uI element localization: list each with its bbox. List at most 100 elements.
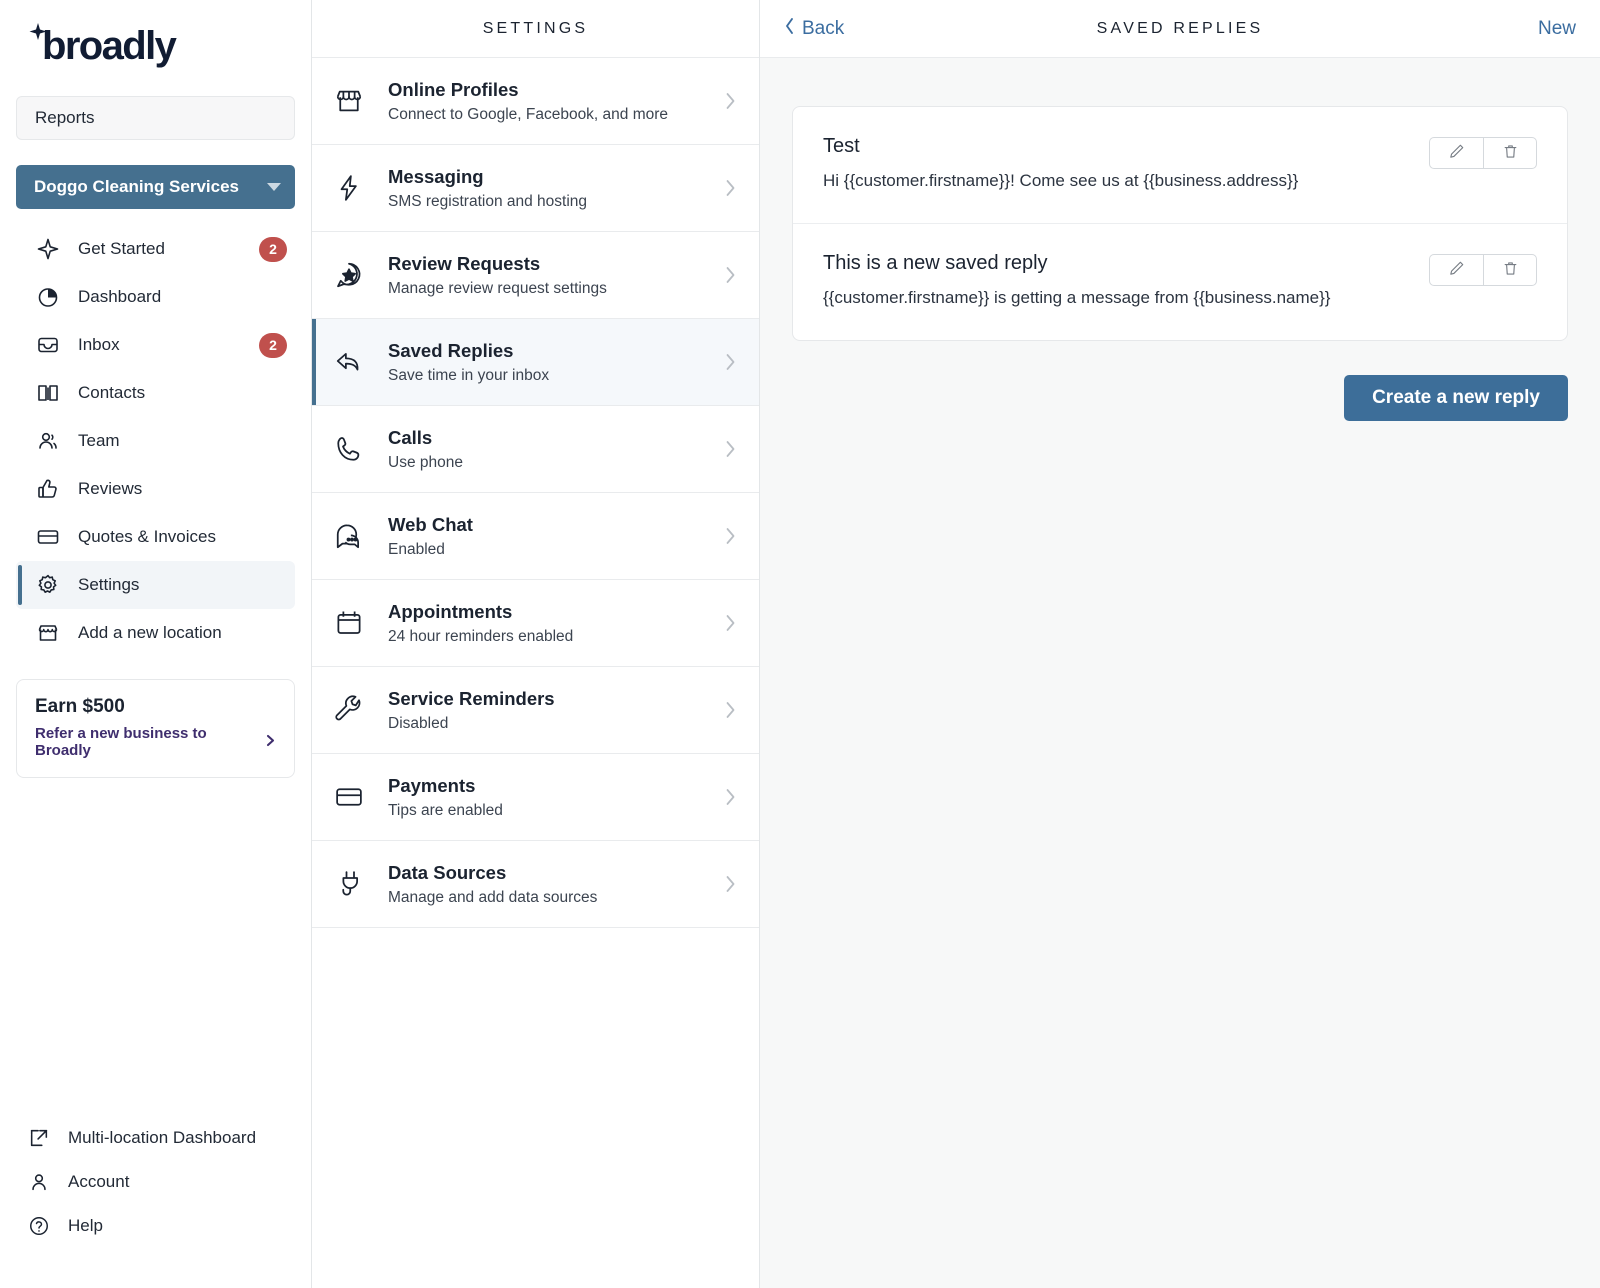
create-reply-row: Create a new reply [792,374,1568,421]
settings-item-subtitle: 24 hour reminders enabled [388,627,574,645]
app-root: broadly Reports Doggo Cleaning Services … [0,0,1600,1288]
phone-icon [334,434,380,464]
back-button[interactable]: Back [784,17,844,41]
sidebar-item-label: Reviews [78,479,143,498]
badge-count: 2 [259,332,287,358]
main-header: Back SAVED REPLIES New [760,0,1600,58]
settings-item-title: Data Sources [388,862,507,884]
chevron-right-icon [724,351,737,373]
settings-item-subtitle: Enabled [388,540,445,558]
settings-item-saved-replies[interactable]: Saved Replies Save time in your inbox [312,319,759,406]
settings-item-subtitle: SMS registration and hosting [388,192,588,210]
pie-chart-icon [36,285,66,309]
delete-reply-button[interactable] [1483,253,1537,286]
edit-reply-button[interactable] [1429,137,1483,169]
location-selector[interactable]: Doggo Cleaning Services [16,165,295,209]
saved-reply-row: Test Hi {{customer.firstname}}! Come see… [793,107,1567,224]
trash-icon [1502,260,1519,280]
thumbs-up-icon [36,477,66,501]
book-icon [36,381,66,405]
sidebar-item-quotes-invoices[interactable]: Quotes & Invoices [16,513,295,561]
settings-item-subtitle: Disabled [388,714,449,732]
settings-item-subtitle: Connect to Google, Facebook, and more [388,105,669,123]
delete-reply-button[interactable] [1483,137,1537,169]
question-circle-icon [28,1215,58,1237]
sidebar-item-team[interactable]: Team [16,417,295,465]
chevron-right-icon [724,525,737,547]
settings-item-review-requests[interactable]: Review Requests Manage review request se… [312,232,759,319]
plug-icon [334,869,380,899]
footer-item-label: Multi-location Dashboard [68,1128,257,1147]
calendar-icon [334,608,380,638]
edit-reply-button[interactable] [1429,253,1483,286]
create-new-reply-button[interactable]: Create a new reply [1344,374,1568,421]
referral-link-label: Refer a new business to Broadly [35,725,207,759]
people-icon [36,429,66,453]
chevron-right-icon [724,612,737,634]
sidebar-item-dashboard[interactable]: Dashboard [16,273,295,321]
footer-item-label: Account [68,1172,130,1191]
chat-bubble-icon [334,521,380,551]
sidebar-item-account[interactable]: Account [0,1160,311,1204]
settings-item-web-chat[interactable]: Web Chat Enabled [312,493,759,580]
sparkle-icon [36,237,66,261]
chevron-right-icon [724,90,737,112]
settings-item-messaging[interactable]: Messaging SMS registration and hosting [312,145,759,232]
star-chat-icon [334,260,380,290]
sidebar-item-label: Dashboard [78,287,162,306]
trash-icon [1502,143,1519,163]
settings-item-online-profiles[interactable]: Online Profiles Connect to Google, Faceb… [312,58,759,145]
back-label: Back [802,17,845,39]
chevron-right-icon [724,177,737,199]
chevron-right-icon [724,438,737,460]
location-name: Doggo Cleaning Services [34,177,239,196]
settings-item-subtitle: Tips are enabled [388,801,503,819]
sidebar-item-multi-location-dashboard[interactable]: Multi-location Dashboard [0,1116,311,1160]
reports-button[interactable]: Reports [16,96,295,140]
settings-item-title: Payments [388,775,476,797]
sidebar-item-inbox[interactable]: Inbox 2 [16,321,295,369]
chevron-down-icon [267,183,281,191]
saved-reply-actions [1429,137,1537,169]
gear-icon [36,573,66,597]
sidebar-footer: Multi-location Dashboard Account Help [0,1116,311,1248]
person-icon [28,1171,58,1193]
chevron-right-icon [724,873,737,895]
reports-label: Reports [35,108,95,127]
settings-item-title: Online Profiles [388,79,519,101]
referral-card[interactable]: Earn $500 Refer a new business to Broadl… [16,679,295,778]
chevron-right-icon [724,699,737,721]
chevron-left-icon [784,17,795,41]
pencil-icon [1448,260,1465,280]
sidebar-item-get-started[interactable]: Get Started 2 [16,225,295,273]
saved-reply-title: This is a new saved reply [823,251,1048,274]
sidebar-item-label: Inbox [78,335,120,354]
sidebar-item-help[interactable]: Help [0,1204,311,1248]
settings-item-service-reminders[interactable]: Service Reminders Disabled [312,667,759,754]
settings-item-calls[interactable]: Calls Use phone [312,406,759,493]
sidebar-item-label: Settings [78,575,140,594]
referral-link[interactable]: Refer a new business to Broadly [35,725,276,759]
settings-item-subtitle: Manage review request settings [388,279,607,297]
settings-item-subtitle: Manage and add data sources [388,888,598,906]
sidebar-item-contacts[interactable]: Contacts [16,369,295,417]
settings-item-title: Messaging [388,166,484,188]
saved-reply-row: This is a new saved reply {{customer.fir… [793,224,1567,340]
settings-list-panel: SETTINGS Online Profiles Connect to Goog… [312,0,760,1288]
pencil-icon [1448,143,1465,163]
sidebar-item-reviews[interactable]: Reviews [16,465,295,513]
settings-item-payments[interactable]: Payments Tips are enabled [312,754,759,841]
new-button[interactable]: New [1538,18,1576,40]
sidebar-item-add-location[interactable]: Add a new location [16,609,295,657]
footer-item-label: Help [68,1216,103,1235]
page-title: SAVED REPLIES [1096,19,1264,37]
main-panel: Back SAVED REPLIES New Test Hi {{custome… [760,0,1600,1288]
sidebar-item-label: Quotes & Invoices [78,527,216,546]
wrench-icon [334,695,380,725]
logo[interactable]: broadly [0,0,311,96]
sidebar-item-label: Get Started [78,239,165,258]
settings-item-appointments[interactable]: Appointments 24 hour reminders enabled [312,580,759,667]
sidebar-item-settings[interactable]: Settings [16,561,295,609]
credit-card-icon [334,782,380,812]
settings-item-data-sources[interactable]: Data Sources Manage and add data sources [312,841,759,928]
